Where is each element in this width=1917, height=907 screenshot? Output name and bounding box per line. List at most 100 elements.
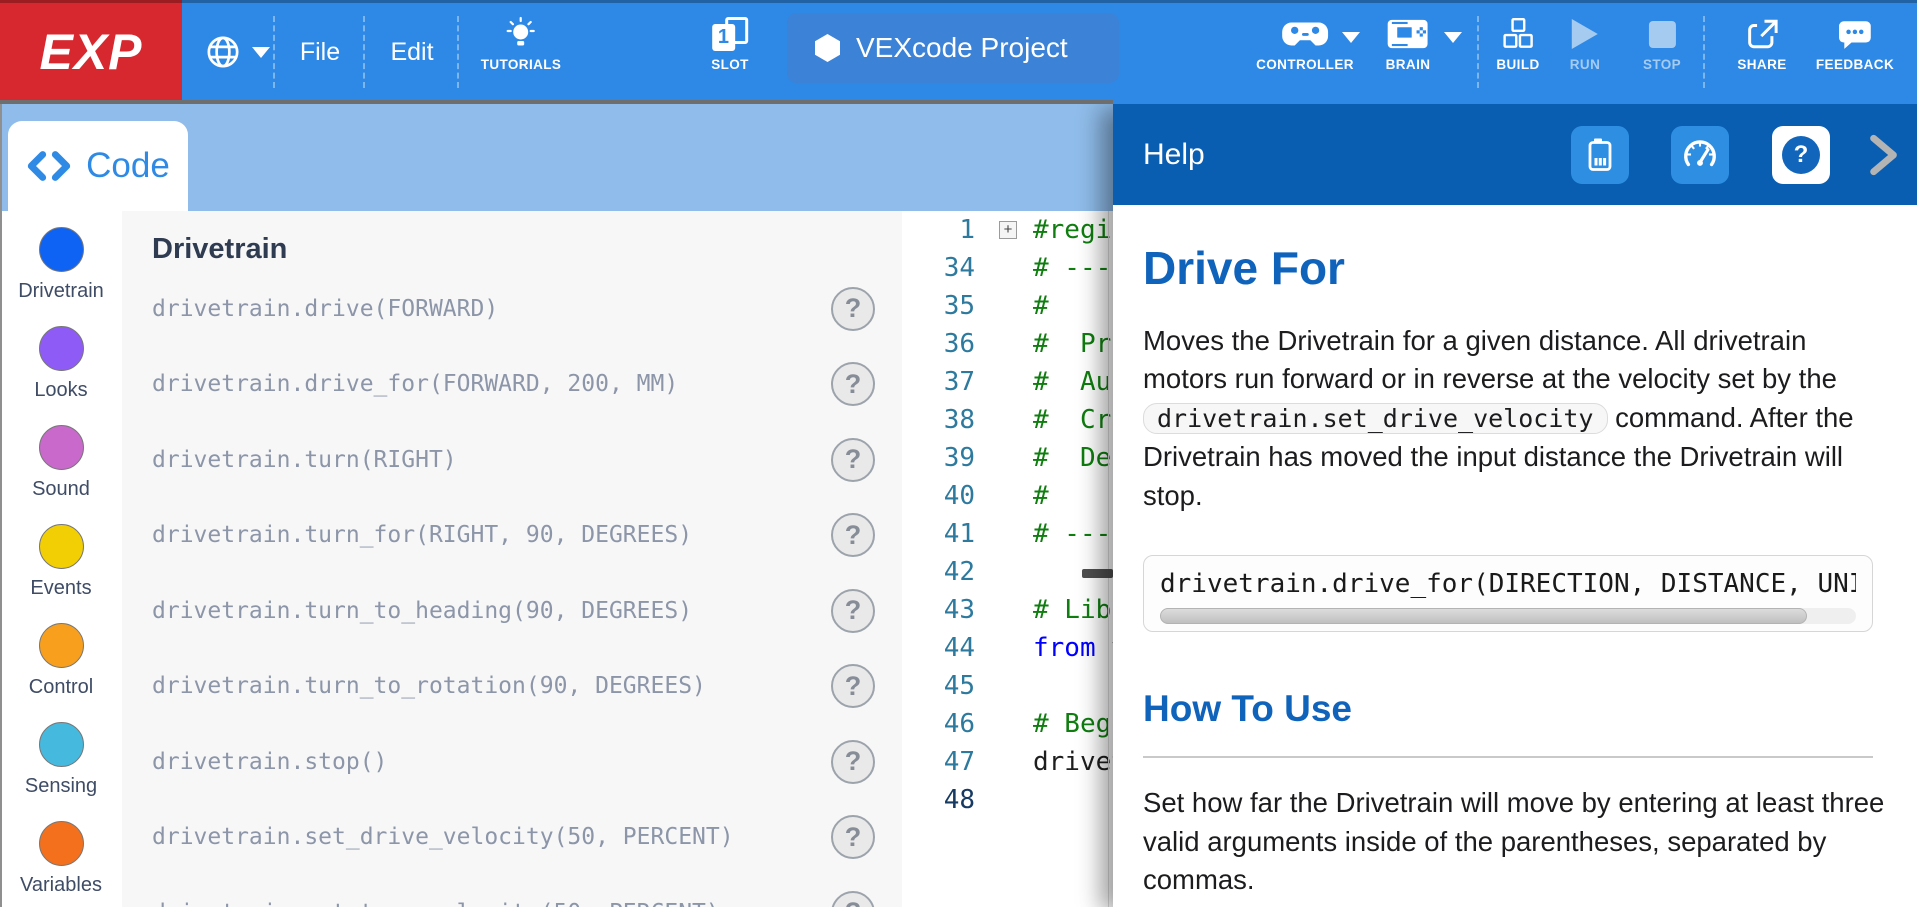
description-text: Moves the Drivetrain for a given distanc… <box>1143 325 1837 395</box>
code-body: # <box>1033 481 1049 511</box>
line-number: 46 <box>902 705 975 743</box>
command-row: drivetrain.drive(FORWARD) ? <box>122 271 902 347</box>
brain-icon <box>1387 14 1429 54</box>
command-help-icon[interactable]: ? <box>831 438 875 482</box>
sidebar-category[interactable]: Looks <box>0 314 122 413</box>
line-number: 39 <box>902 439 975 477</box>
command-help-icon[interactable]: ? <box>831 891 875 907</box>
share-icon <box>1744 14 1780 54</box>
feedback-button[interactable]: FEEDBACK <box>1816 0 1894 104</box>
build-label: BUILD <box>1496 57 1539 72</box>
controller-chevron-down-icon[interactable] <box>1342 32 1360 43</box>
project-title: VEXcode Project <box>856 32 1068 64</box>
signature-box: drivetrain.drive_for(DIRECTION, DISTANCE… <box>1143 555 1873 632</box>
command-help-icon[interactable]: ? <box>831 287 875 331</box>
file-menu-button[interactable]: File <box>300 0 340 104</box>
command-help-icon[interactable]: ? <box>831 362 875 406</box>
line-number: 43 <box>902 591 975 629</box>
command-snippet[interactable]: drivetrain.set_turn_velocity(50, PERCENT… <box>152 900 720 907</box>
line-number: 38 <box>902 401 975 439</box>
category-color-dot <box>39 623 84 668</box>
project-name-button[interactable]: VEXcode Project <box>787 13 1119 83</box>
toolbar-separator <box>1703 16 1705 88</box>
editor-scrollbar-thumb[interactable] <box>1082 569 1113 578</box>
code-text: # De <box>1033 439 1111 477</box>
code-body: # De <box>1033 443 1111 473</box>
editor-scrollbar-track[interactable] <box>1108 211 1109 907</box>
lightbulb-icon <box>505 14 537 54</box>
device-info-button[interactable] <box>1571 126 1629 184</box>
command-snippet[interactable]: drivetrain.turn_to_rotation(90, DEGREES) <box>152 673 706 699</box>
sidebar-category[interactable]: Events <box>0 512 122 611</box>
toolbar-separator <box>457 16 459 88</box>
edit-menu-button[interactable]: Edit <box>390 0 433 104</box>
window-border-top <box>0 0 1917 3</box>
command-row: drivetrain.drive_for(FORWARD, 200, MM) ? <box>122 347 902 423</box>
line-number: 37 <box>902 363 975 401</box>
category-label: Sound <box>32 478 90 501</box>
command-snippet[interactable]: drivetrain.drive_for(FORWARD, 200, MM) <box>152 371 678 397</box>
line-number: 48 <box>902 781 975 819</box>
command-panel: Drivetrain drivetrain.drive(FORWARD) ? d… <box>122 211 902 907</box>
controller-icon <box>1281 14 1329 54</box>
command-snippet[interactable]: drivetrain.turn(RIGHT) <box>152 447 457 473</box>
command-snippet[interactable]: drivetrain.drive(FORWARD) <box>152 296 498 322</box>
feedback-bubble-icon <box>1837 14 1873 54</box>
command-snippet[interactable]: drivetrain.turn_to_heading(90, DEGREES) <box>152 598 692 624</box>
slot-icon: 1 <box>712 14 748 54</box>
brain-chevron-down-icon[interactable] <box>1444 32 1462 43</box>
help-topic-title: Drive For <box>1143 243 1887 294</box>
hexagon-icon <box>815 34 840 62</box>
sidebar-category[interactable]: Sound <box>0 413 122 512</box>
line-number: 36 <box>902 325 975 363</box>
command-snippet[interactable]: drivetrain.stop() <box>152 749 387 775</box>
line-number: 45 <box>902 667 975 705</box>
command-row: drivetrain.turn_to_heading(90, DEGREES) … <box>122 573 902 649</box>
window-divider <box>0 100 1113 104</box>
tutorials-label: TUTORIALS <box>481 57 562 72</box>
device-battery-icon <box>1583 136 1617 174</box>
category-color-dot <box>39 821 84 866</box>
window-border <box>0 104 2 907</box>
help-button[interactable]: ? <box>1772 126 1830 184</box>
stop-square-icon <box>1649 14 1676 54</box>
run-label: RUN <box>1570 57 1600 72</box>
toolbar-separator <box>363 16 365 88</box>
command-snippet[interactable]: drivetrain.turn_for(RIGHT, 90, DEGREES) <box>152 522 692 548</box>
command-help-icon[interactable]: ? <box>831 815 875 859</box>
code-keyword: from <box>1033 633 1096 663</box>
chevron-down-icon <box>252 47 270 58</box>
command-snippet[interactable]: drivetrain.set_drive_velocity(50, PERCEN… <box>152 824 734 850</box>
code-text: # <box>1033 477 1049 515</box>
slot-button[interactable]: 1 SLOT <box>711 0 749 104</box>
brain-button[interactable]: BRAIN <box>1386 0 1431 104</box>
line-number: 44 <box>902 629 975 667</box>
code-text: # Au <box>1033 363 1111 401</box>
tutorials-button[interactable]: TUTORIALS <box>481 0 562 104</box>
command-row: drivetrain.turn(RIGHT) ? <box>122 422 902 498</box>
build-button[interactable]: BUILD <box>1496 0 1539 104</box>
inline-code: drivetrain.set_drive_velocity <box>1143 403 1608 434</box>
controller-button[interactable]: CONTROLLER <box>1256 0 1354 104</box>
horizontal-scrollbar-track[interactable] <box>1160 608 1856 624</box>
line-number: 34 <box>902 249 975 287</box>
code-text: # Cr <box>1033 401 1111 439</box>
share-button[interactable]: SHARE <box>1737 0 1786 104</box>
collapse-panel-chevron-icon[interactable] <box>1865 132 1901 178</box>
horizontal-scrollbar-thumb[interactable] <box>1160 608 1807 624</box>
language-menu-button[interactable] <box>192 0 284 104</box>
command-help-icon[interactable]: ? <box>831 664 875 708</box>
sidebar-category[interactable]: Variables <box>0 809 122 907</box>
sidebar-category[interactable]: Sensing <box>0 710 122 809</box>
command-help-icon[interactable]: ? <box>831 589 875 633</box>
command-help-icon[interactable]: ? <box>831 740 875 784</box>
dashboard-button[interactable] <box>1671 126 1729 184</box>
fold-expand-icon[interactable]: + <box>999 221 1017 239</box>
tab-code[interactable]: Code <box>8 121 188 211</box>
category-color-dot <box>39 425 84 470</box>
controller-label: CONTROLLER <box>1256 57 1354 72</box>
sidebar-category[interactable]: Control <box>0 611 122 710</box>
command-help-icon[interactable]: ? <box>831 513 875 557</box>
sidebar-category[interactable]: Drivetrain <box>0 215 122 314</box>
toolbar-separator <box>1477 16 1479 88</box>
